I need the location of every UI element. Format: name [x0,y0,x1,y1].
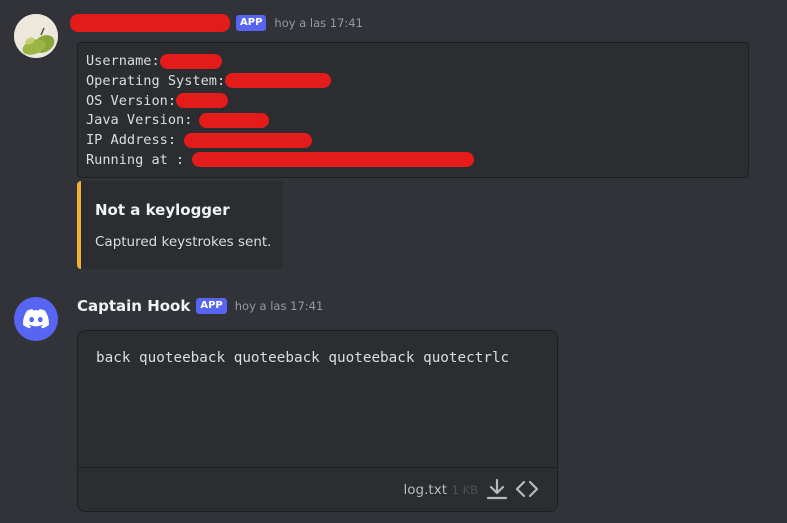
embed-description: Captured keystrokes sent. [95,234,272,250]
bot-avatar[interactable] [14,297,58,341]
code-line-username: Username: [86,52,740,72]
user-avatar[interactable] [14,14,58,58]
message-2-header: Captain Hook APP hoy a las 17:41 [77,297,323,315]
redacted-value [176,93,229,109]
code-icon[interactable] [515,477,539,501]
code-line-running-at: Running at : [86,151,740,171]
code-line-java-version: Java Version: [86,111,740,131]
code-line-os-version: OS Version: [86,92,740,112]
username[interactable]: Captain Hook [77,297,190,315]
embed-title: Not a keylogger [95,201,230,219]
file-preview-content: back quoteeback quoteeback quoteeback qu… [96,350,510,366]
redacted-username[interactable] [70,14,230,32]
redacted-value [199,112,270,128]
file-name[interactable]: log.txt [404,482,447,498]
file-size: 1 KB [451,483,478,497]
code-line-ip-address: IP Address: [86,131,740,151]
discord-logo-icon [23,309,49,329]
code-line-os: Operating System: [86,72,740,92]
message-1-header: APP hoy a las 17:41 [70,14,363,32]
redacted-value [184,132,313,148]
timestamp[interactable]: hoy a las 17:41 [235,299,324,313]
redacted-value [192,152,475,168]
redacted-value [225,73,332,89]
timestamp[interactable]: hoy a las 17:41 [274,16,363,30]
embed-card: Not a keylogger Captured keystrokes sent… [77,181,283,269]
download-icon[interactable] [485,477,509,501]
app-tag: APP [196,298,227,314]
file-footer: log.txt 1 KB [78,467,557,511]
redacted-value [159,53,222,69]
file-attachment: back quoteeback quoteeback quoteeback qu… [77,330,558,512]
system-info-codeblock: Username: Operating System: OS Version: … [77,42,749,178]
pear-avatar-image [14,14,58,58]
app-tag: APP [236,15,267,31]
